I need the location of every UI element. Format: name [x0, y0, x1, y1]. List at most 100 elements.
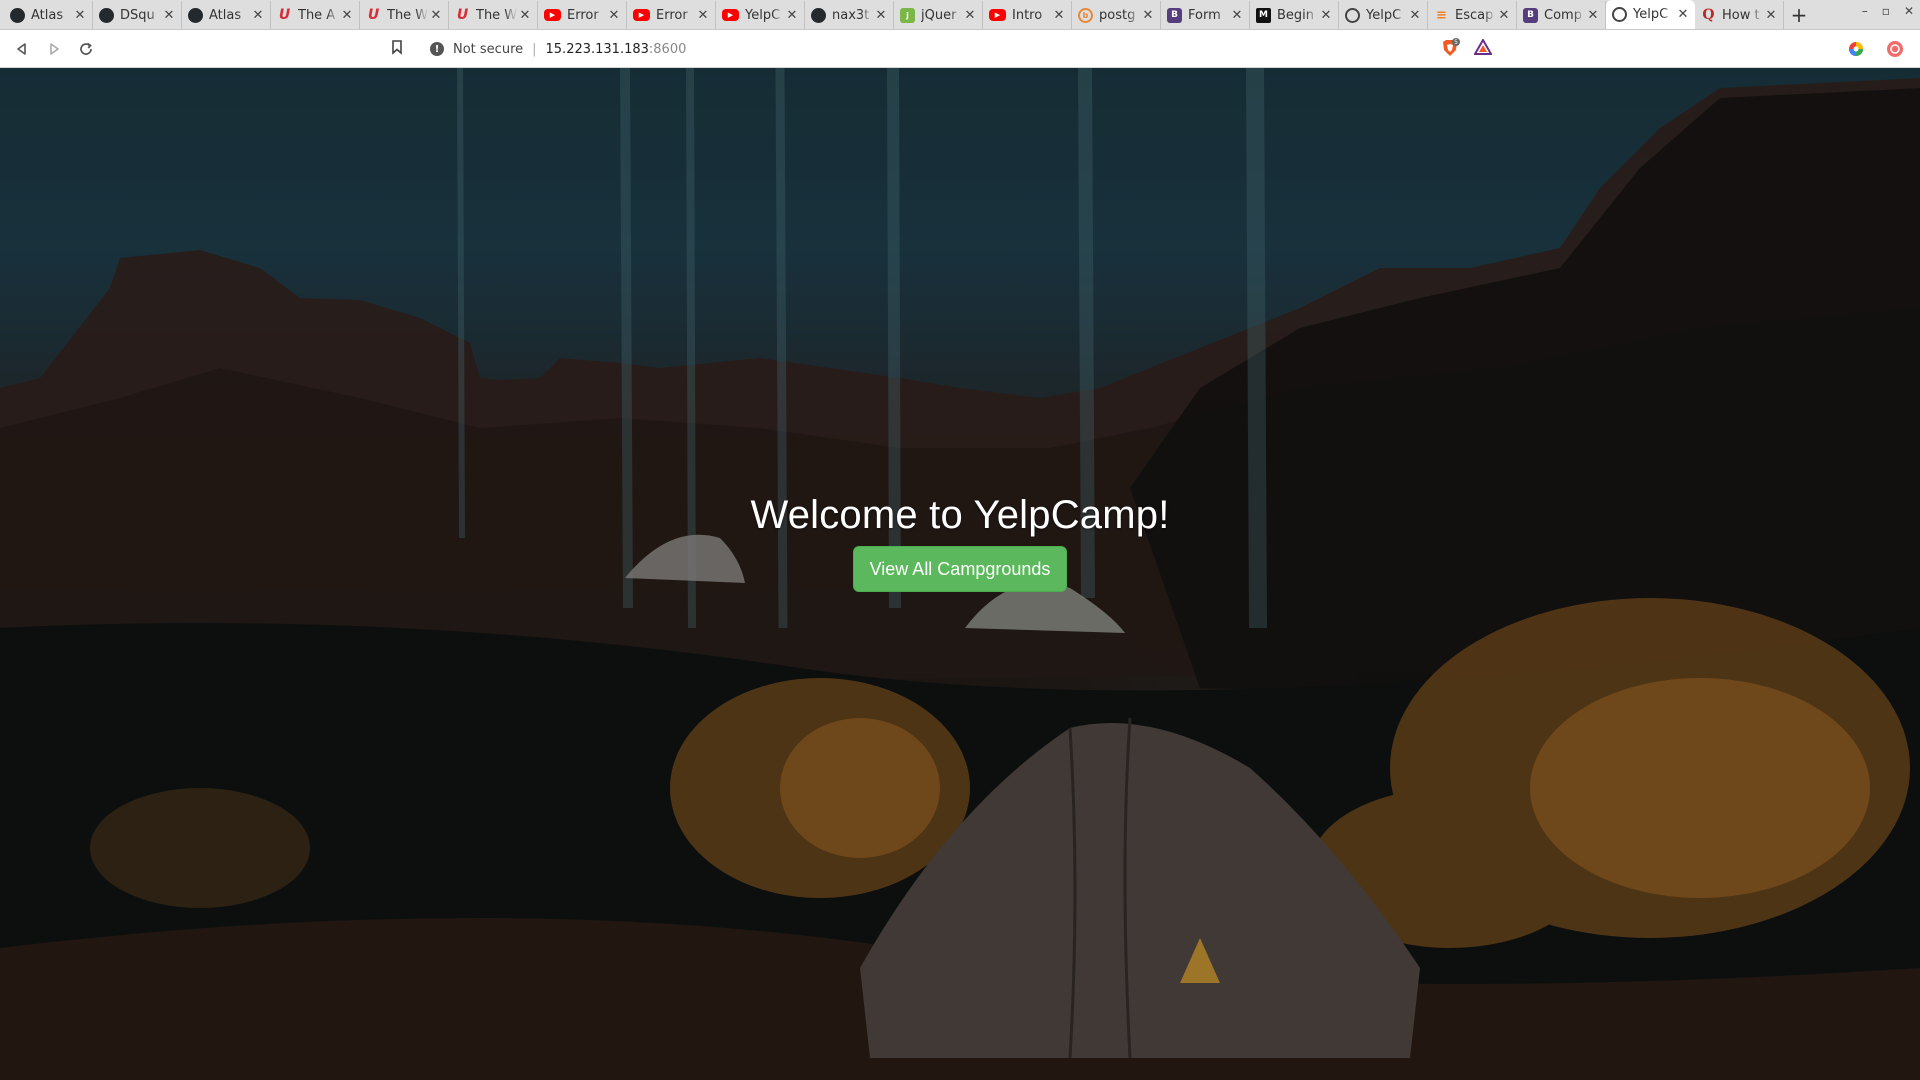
close-tab-icon[interactable]: ✕ [519, 8, 531, 23]
address-bar[interactable]: ! Not secure | 15.223.131.183:8600 [420, 34, 1500, 64]
brave-rewards-button[interactable] [1473, 37, 1493, 59]
close-tab-icon[interactable]: ✕ [1320, 8, 1332, 23]
tab-strip: Atlas ✕ DSqu ✕ Atlas ✕ U The A ✕ U The W ✕ U The W ✕ ▶ E… [0, 0, 1920, 30]
tab[interactable]: B Form ✕ [1161, 1, 1250, 29]
tab[interactable]: M Begin ✕ [1250, 1, 1339, 29]
udemy-icon: U [456, 7, 469, 23]
globe-icon [1612, 7, 1627, 22]
security-label: Not secure [453, 41, 524, 57]
tab[interactable]: b postg ✕ [1072, 1, 1161, 29]
url-host: 15.223.131.183 [545, 41, 649, 57]
youtube-icon: ▶ [989, 9, 1006, 21]
tab-title: jQuer [921, 7, 957, 23]
brave-rewards-icon [1473, 37, 1493, 55]
window-controls: – ▫ ✕ [1862, 4, 1914, 18]
brave-shields-button[interactable]: 5 [1440, 38, 1460, 62]
close-tab-icon[interactable]: ✕ [1677, 7, 1689, 22]
tab-active[interactable]: YelpC ✕ [1606, 0, 1695, 29]
tab-title: Comp [1544, 7, 1582, 23]
tab-title: Error [656, 7, 688, 23]
back-button[interactable] [6, 33, 38, 65]
close-tab-icon[interactable]: ✕ [697, 8, 709, 23]
tab-title: YelpC [1633, 7, 1669, 22]
tab-title: postg [1099, 7, 1136, 23]
tab[interactable]: ▶ Error ✕ [627, 1, 716, 29]
github-icon [811, 7, 826, 23]
bootstrap-icon: B [1523, 7, 1538, 23]
tab-title: The W [387, 7, 428, 23]
tab[interactable]: U The W ✕ [449, 1, 538, 29]
welcome-heading: Welcome to YelpCamp! [750, 493, 1170, 537]
close-tab-icon[interactable]: ✕ [252, 8, 264, 23]
close-tab-icon[interactable]: ✕ [964, 8, 976, 23]
github-icon [188, 7, 203, 23]
landing-page: Welcome to YelpCamp! View All Campground… [0, 68, 1920, 1080]
tab-title: DSqu [120, 7, 155, 23]
info-icon[interactable]: ! [430, 42, 444, 56]
reload-button[interactable] [70, 33, 102, 65]
tab-title: Form [1188, 7, 1221, 23]
minimize-icon[interactable]: – [1862, 4, 1868, 18]
tab-title: Intro [1012, 7, 1043, 23]
shield-count: 5 [1454, 39, 1458, 46]
tab[interactable]: U The W ✕ [360, 1, 449, 29]
close-tab-icon[interactable]: ✕ [1587, 8, 1599, 23]
close-tab-icon[interactable]: ✕ [1231, 8, 1243, 23]
new-tab-button[interactable]: + [1784, 1, 1814, 29]
close-tab-icon[interactable]: ✕ [163, 8, 175, 23]
tab[interactable]: YelpC ✕ [1339, 1, 1428, 29]
youtube-icon: ▶ [722, 9, 739, 21]
tab-title: The W [476, 7, 517, 23]
tab[interactable]: ▶ YelpC ✕ [716, 1, 805, 29]
extension-button[interactable] [1848, 41, 1864, 61]
github-icon [99, 7, 114, 23]
github-icon [10, 7, 25, 23]
tab[interactable]: Atlas ✕ [4, 1, 93, 29]
hero-section: Welcome to YelpCamp! View All Campground… [0, 68, 1920, 1080]
tab[interactable]: U The A ✕ [271, 1, 360, 29]
tab-title: Escap [1455, 7, 1494, 23]
close-tab-icon[interactable]: ✕ [341, 8, 353, 23]
close-tab-icon[interactable]: ✕ [1053, 8, 1065, 23]
stackoverflow-icon: ≡ [1436, 7, 1447, 23]
tab[interactable]: ≡ Escap ✕ [1428, 1, 1517, 29]
udemy-icon: U [278, 7, 291, 23]
close-tab-icon[interactable]: ✕ [875, 8, 887, 23]
tab[interactable]: j jQuer ✕ [894, 1, 983, 29]
close-tab-icon[interactable]: ✕ [786, 8, 798, 23]
globe-icon [1345, 7, 1360, 23]
close-tab-icon[interactable]: ✕ [1142, 8, 1154, 23]
brave-shield-icon: 5 [1443, 38, 1460, 56]
vpn-icon [1887, 41, 1903, 57]
bookmark-button[interactable] [390, 39, 404, 59]
tab[interactable]: ▶ Intro ✕ [983, 1, 1072, 29]
tab-title: Atlas [209, 7, 242, 23]
tab-title: How t [1722, 7, 1760, 23]
tab[interactable]: Atlas ✕ [182, 1, 271, 29]
browser-toolbar: ! Not secure | 15.223.131.183:8600 5 [0, 30, 1920, 68]
tab-title: Atlas [31, 7, 64, 23]
tab-title: The A [298, 7, 336, 23]
profile-button[interactable] [1886, 40, 1904, 62]
tab[interactable]: Q How t ✕ [1695, 1, 1784, 29]
tab[interactable]: B Comp ✕ [1517, 1, 1606, 29]
close-tab-icon[interactable]: ✕ [608, 8, 620, 23]
back-arrow-icon [17, 42, 26, 55]
close-window-icon[interactable]: ✕ [1904, 4, 1914, 18]
close-tab-icon[interactable]: ✕ [430, 8, 442, 23]
tab[interactable]: ▶ Error ✕ [538, 1, 627, 29]
bootstrap-icon: B [1167, 7, 1182, 23]
forward-arrow-icon [50, 42, 59, 55]
close-tab-icon[interactable]: ✕ [74, 8, 86, 23]
reload-icon [80, 42, 92, 55]
tab[interactable]: DSqu ✕ [93, 1, 182, 29]
close-tab-icon[interactable]: ✕ [1409, 8, 1421, 23]
restore-icon[interactable]: ▫ [1882, 4, 1890, 18]
close-tab-icon[interactable]: ✕ [1498, 8, 1510, 23]
forward-button[interactable] [38, 33, 70, 65]
close-tab-icon[interactable]: ✕ [1765, 8, 1777, 23]
tab[interactable]: nax3t ✕ [805, 1, 894, 29]
medium-icon: M [1256, 7, 1271, 23]
tab-title: YelpC [1366, 7, 1402, 23]
view-all-campgrounds-button[interactable]: View All Campgrounds [852, 546, 1068, 592]
